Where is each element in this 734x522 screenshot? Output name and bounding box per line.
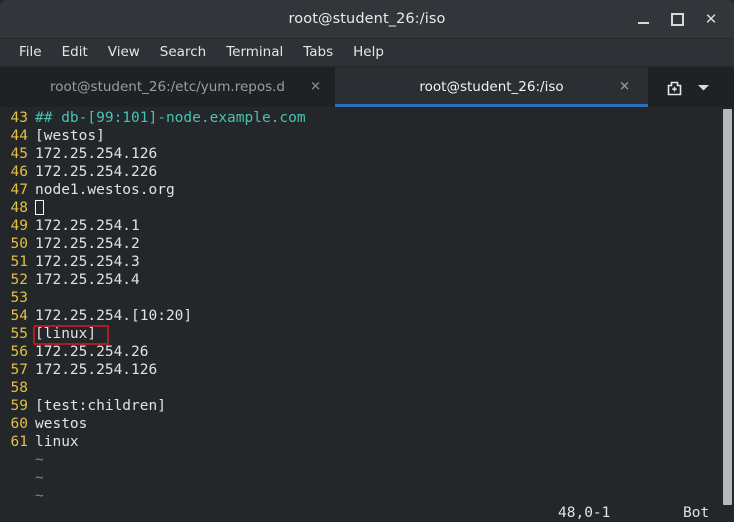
editor-lines: 43 ## db-[99:101]-node.example.com 44 [w… (0, 109, 734, 505)
line-number: 51 (10, 254, 28, 270)
editor-row: 51 172.25.254.3 (0, 253, 734, 271)
line-text: 172.25.254.226 (35, 164, 158, 180)
line-number: 44 (10, 128, 28, 144)
close-button[interactable]: ✕ (694, 0, 728, 38)
line-text: ## db-[99:101]-node.example.com (35, 110, 306, 126)
menu-item-terminal[interactable]: Terminal (216, 39, 293, 66)
line-text: westos (35, 416, 88, 432)
editor-row: 61 linux (0, 433, 734, 451)
line-text: node1.westos.org (35, 182, 175, 198)
editor-row: 59 [test:children] (0, 397, 734, 415)
line-text: 172.25.254.4 (35, 272, 140, 288)
scrollbar-thumb[interactable] (723, 109, 732, 505)
scrollbar-track[interactable] (722, 107, 734, 522)
line-number: 58 (10, 380, 28, 396)
editor-row: 50 172.25.254.2 (0, 235, 734, 253)
tab-yum-repos-d[interactable]: root@student_26:/etc/yum.repos.d ✕ (0, 67, 335, 107)
terminal-content[interactable]: 43 ## db-[99:101]-node.example.com 44 [w… (0, 107, 734, 522)
editor-row: 57 172.25.254.126 (0, 361, 734, 379)
line-text: [westos] (35, 128, 105, 144)
editor-row: 56 172.25.254.26 (0, 343, 734, 361)
editor-row: 45 172.25.254.126 (0, 145, 734, 163)
line-text: linux (35, 434, 79, 450)
editor-row: 47 node1.westos.org (0, 181, 734, 199)
window-controls: ✕ (626, 0, 728, 38)
menu-item-help[interactable]: Help (343, 39, 394, 66)
menu-item-tabs[interactable]: Tabs (293, 39, 343, 66)
line-number: 52 (10, 272, 28, 288)
tab-close-icon[interactable]: ✕ (310, 80, 321, 95)
editor-row: 49 172.25.254.1 (0, 217, 734, 235)
tilde-icon: ~ (35, 470, 44, 486)
maximize-icon (670, 12, 684, 26)
line-text: 172.25.254.[10:20] (35, 308, 193, 324)
tab-label: root@student_26:/etc/yum.repos.d (49, 79, 286, 95)
tab-label: root@student_26:/iso (419, 79, 564, 95)
text-cursor (35, 200, 44, 215)
empty-line-marker-row: ~ (0, 451, 734, 469)
line-number: 61 (10, 434, 28, 450)
gutter-spacer (0, 451, 28, 469)
tab-iso[interactable]: root@student_26:/iso ✕ (335, 67, 648, 107)
line-text: 172.25.254.26 (35, 344, 149, 360)
line-number: 55 (10, 326, 28, 342)
line-number: 57 (10, 362, 28, 378)
editor-row: 52 172.25.254.4 (0, 271, 734, 289)
line-text: [test:children] (35, 398, 166, 414)
menu-item-edit[interactable]: Edit (52, 39, 98, 66)
cursor-position: 48,0-1 (558, 505, 611, 521)
line-text (28, 289, 35, 307)
tab-close-icon[interactable]: ✕ (619, 80, 630, 95)
line-number: 56 (10, 344, 28, 360)
line-text (28, 379, 35, 397)
terminal-window: root@student_26:/iso ✕ File Edit View Se… (0, 0, 734, 522)
menu-item-search[interactable]: Search (150, 39, 216, 66)
menu-bar: File Edit View Search Terminal Tabs Help (0, 39, 734, 67)
tab-bar-tools (648, 67, 734, 107)
gutter-spacer (0, 469, 28, 487)
line-number: 59 (10, 398, 28, 414)
maximize-button[interactable] (660, 0, 694, 38)
scroll-state: Bot (683, 505, 710, 521)
minimize-icon (637, 21, 649, 24)
new-tab-icon[interactable] (666, 79, 683, 96)
chevron-down-icon[interactable] (697, 83, 710, 92)
line-text: 172.25.254.126 (35, 146, 158, 162)
menu-item-view[interactable]: View (98, 39, 150, 66)
editor-row: 60 westos (0, 415, 734, 433)
menu-item-file[interactable]: File (9, 39, 52, 66)
line-text (28, 199, 44, 217)
line-number: 43 (10, 110, 28, 126)
tab-bar: root@student_26:/etc/yum.repos.d ✕ root@… (0, 67, 734, 107)
empty-line-marker-row: ~ (0, 469, 734, 487)
status-line: 48,0-1 Bot (0, 503, 734, 522)
line-text: 172.25.254.1 (35, 218, 140, 234)
line-number: 53 (10, 290, 28, 306)
line-number: 60 (10, 416, 28, 432)
minimize-button[interactable] (626, 0, 660, 38)
title-bar: root@student_26:/iso ✕ (0, 0, 734, 39)
line-text: [linux] (35, 326, 97, 342)
close-icon: ✕ (704, 9, 718, 28)
editor-row: 46 172.25.254.226 (0, 163, 734, 181)
line-number: 50 (10, 236, 28, 252)
editor-row: 53 (0, 289, 734, 307)
line-text: 172.25.254.3 (35, 254, 140, 270)
line-number: 54 (10, 308, 28, 324)
line-number: 46 (10, 164, 28, 180)
line-number: 48 (10, 200, 28, 216)
editor-row: 54 172.25.254.[10:20] (0, 307, 734, 325)
editor-row: 44 [westos] (0, 127, 734, 145)
editor-row: 58 (0, 379, 734, 397)
line-number: 45 (10, 146, 28, 162)
window-title: root@student_26:/iso (288, 11, 446, 27)
editor-row-cursor: 48 (0, 199, 734, 217)
editor-row-highlighted: 55 [linux] (0, 325, 734, 343)
line-text: 172.25.254.2 (35, 236, 140, 252)
line-number: 49 (10, 218, 28, 234)
line-text: 172.25.254.126 (35, 362, 158, 378)
tilde-icon: ~ (35, 452, 44, 468)
line-number: 47 (10, 182, 28, 198)
editor-row: 43 ## db-[99:101]-node.example.com (0, 109, 734, 127)
